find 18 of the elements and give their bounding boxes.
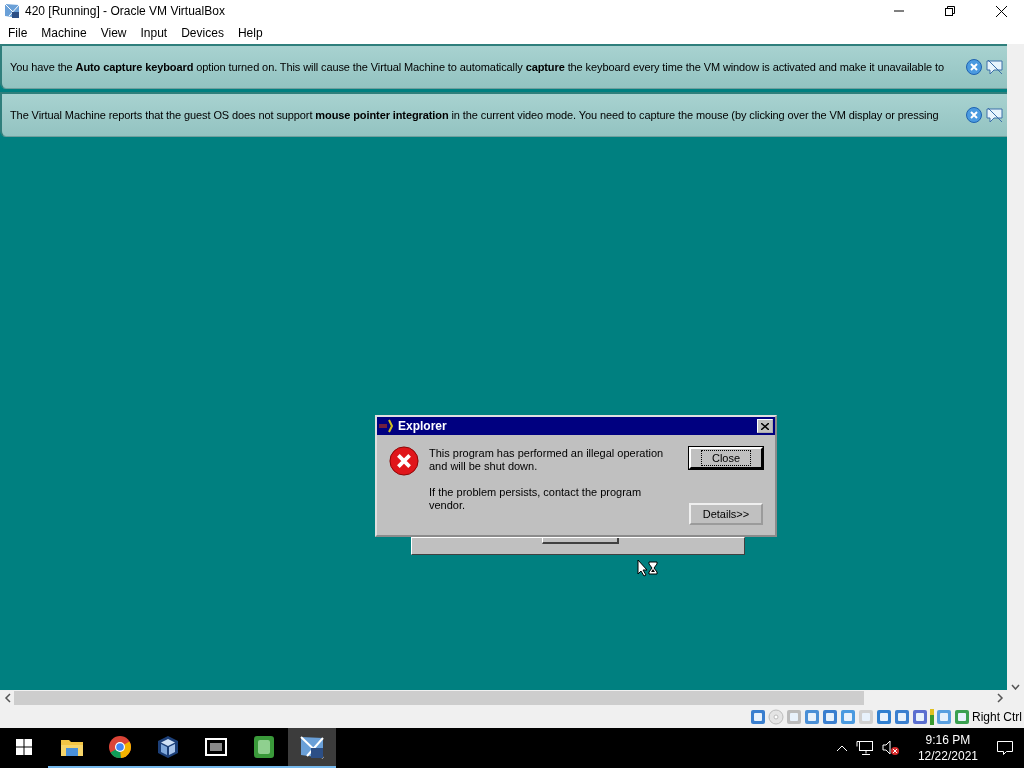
- menu-item[interactable]: File: [1, 26, 35, 40]
- menu-item[interactable]: Help: [230, 26, 270, 40]
- menu-item[interactable]: Input: [133, 26, 175, 40]
- error-message: If the problem persists, contact the program vendor.: [429, 486, 643, 512]
- dialog-title: Explorer: [398, 419, 448, 433]
- notification-text: The Virtual Machine reports that the guest OS does not support mouse pointer integration in the current video mode. You need to capture the mouse (by clicking over the VM display or pressing: [10, 109, 940, 121]
- clock[interactable]: 9:16 PM 12/22/2021: [907, 732, 988, 764]
- window-title: 420 [Running] - Oracle VM VirtualBox: [25, 4, 226, 18]
- menu-item[interactable]: Machine: [34, 26, 94, 40]
- error-message: This program has performed an illegal operation and will be shut down.: [429, 447, 665, 473]
- notification-text: You have the Auto capture keyboard option turned on. This will cause the Virtual Machine to automatically capture the keyboard every time the VM window is activated and make it unavailable to: [10, 61, 945, 73]
- clock-date: 12/22/2021: [917, 748, 978, 764]
- clock-time: 9:16 PM: [925, 732, 971, 748]
- menu-item[interactable]: Devices: [174, 26, 231, 40]
- menu-item[interactable]: View: [93, 26, 134, 40]
- host-key-label: Right Ctrl: [972, 710, 1022, 724]
- close-button[interactable]: Close: [689, 447, 763, 469]
- details-button[interactable]: Details>>: [689, 503, 763, 525]
